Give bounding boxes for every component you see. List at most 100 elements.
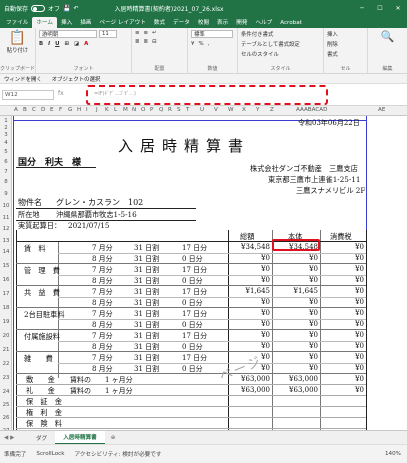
row-header[interactable]: 21 — [0, 347, 12, 353]
number-format-select[interactable]: 標準 — [191, 30, 233, 38]
column-header[interactable]: O — [141, 107, 145, 113]
search-icon[interactable]: 🔍 — [371, 30, 404, 43]
column-header[interactable]: C — [32, 107, 36, 113]
row-header[interactable]: 7 — [0, 169, 12, 175]
tab-review[interactable]: 校閲 — [194, 18, 213, 28]
close-icon[interactable]: ✕ — [389, 5, 407, 12]
insert-button[interactable]: 挿入 — [327, 30, 364, 38]
tab-help[interactable]: ヘルプ — [251, 18, 276, 28]
row-header[interactable]: 5 — [0, 149, 12, 155]
select-objects-button[interactable]: オブジェクトの選択 — [52, 75, 101, 83]
column-header[interactable]: F — [59, 107, 62, 113]
tab-developer[interactable]: 開発 — [232, 18, 251, 28]
column-header[interactable]: Q — [159, 107, 163, 113]
row-header[interactable]: 2 — [0, 125, 12, 131]
worksheet-grid[interactable]: A B C D E F G H I J K L M N O P Q R S T U V W X Y Z AAABACAD AE 123… — [0, 106, 407, 430]
font-name-select[interactable]: 游明朝 — [39, 30, 97, 38]
column-header[interactable]: B — [23, 107, 27, 113]
column-header[interactable]: AAABACAD — [296, 107, 327, 113]
cell-style-button[interactable]: セルのスタイル — [241, 50, 320, 58]
sheet-tab-statement[interactable]: 入居時精算書 — [55, 430, 105, 445]
format-button[interactable]: 書式 — [327, 50, 364, 58]
tab-insert[interactable]: 挿入 — [57, 18, 76, 28]
row-header[interactable]: 13 — [0, 238, 12, 244]
merge-icon[interactable]: ⊟ — [152, 39, 157, 45]
row-header[interactable]: 26 — [0, 415, 12, 421]
row-header[interactable]: 4 — [0, 140, 12, 146]
save-icon[interactable]: 💾 — [63, 5, 70, 12]
border-icon[interactable]: ⊞ — [65, 41, 70, 47]
align-top-icon[interactable]: ≡ — [135, 30, 140, 36]
align-left-icon[interactable]: ≣ — [135, 39, 140, 45]
underline-icon[interactable]: U — [55, 41, 59, 47]
row-header[interactable]: 23 — [0, 375, 12, 381]
column-header[interactable]: I — [86, 107, 88, 113]
row-header[interactable]: 25 — [0, 402, 12, 408]
row-header[interactable]: 20 — [0, 333, 12, 339]
currency-icon[interactable]: ¥ — [191, 41, 194, 47]
row-header[interactable]: 6 — [0, 159, 12, 165]
fill-color-icon[interactable]: ◪ — [74, 41, 79, 47]
column-header[interactable]: Y — [256, 107, 259, 113]
column-header[interactable]: E — [50, 107, 54, 113]
row-header[interactable]: 1 — [0, 118, 12, 124]
column-header[interactable]: R — [168, 107, 172, 113]
status-accessibility[interactable]: アクセシビリティ: 検討が必要です — [74, 450, 161, 458]
column-header[interactable]: K — [105, 107, 109, 113]
paste-icon[interactable]: 📋 — [3, 30, 32, 46]
column-header[interactable]: W — [228, 107, 234, 113]
column-header[interactable]: T — [186, 107, 189, 113]
fx-icon[interactable]: fx — [58, 90, 64, 97]
bold-icon[interactable]: B — [39, 41, 43, 47]
align-center-icon[interactable]: ≣ — [144, 39, 149, 45]
undo-icon[interactable]: ↶ — [74, 5, 79, 12]
row-header[interactable]: 22 — [0, 361, 12, 367]
sheet-nav-icon[interactable]: ◀ ▶ — [0, 435, 28, 441]
column-header[interactable]: X — [242, 107, 246, 113]
italic-icon[interactable]: I — [48, 41, 50, 47]
row-header[interactable]: 9 — [0, 191, 12, 197]
name-box[interactable]: W12 — [2, 90, 54, 100]
column-header[interactable]: G — [68, 107, 72, 113]
sheet-tab-dag[interactable]: ダグ — [28, 432, 55, 444]
maximize-icon[interactable]: ☐ — [371, 5, 389, 12]
tab-formulas[interactable]: 数式 — [150, 18, 169, 28]
conditional-format-button[interactable]: 条件付き書式 — [241, 30, 320, 38]
zoom-level[interactable]: 140% — [385, 451, 407, 457]
row-header[interactable]: 3 — [0, 132, 12, 138]
column-header[interactable]: S — [177, 107, 181, 113]
row-header[interactable]: 24 — [0, 389, 12, 395]
wrap-text-icon[interactable]: ↵ — [152, 30, 157, 36]
row-header[interactable]: 15 — [0, 263, 12, 269]
font-color-icon[interactable]: A — [84, 41, 88, 47]
row-header[interactable]: 10 — [0, 203, 12, 209]
comma-icon[interactable]: , — [208, 41, 210, 47]
row-header[interactable]: 16 — [0, 277, 12, 283]
autosave-toggle[interactable] — [31, 4, 46, 12]
row-header[interactable]: 17 — [0, 291, 12, 297]
column-header[interactable]: H — [77, 107, 81, 113]
column-header[interactable]: P — [150, 107, 153, 113]
font-size-select[interactable]: 11 — [99, 30, 117, 38]
row-header[interactable]: 12 — [0, 226, 12, 232]
column-header[interactable]: M — [123, 107, 128, 113]
open-window-button[interactable]: ウィンドを開く — [4, 75, 42, 83]
tab-acrobat[interactable]: Acrobat — [276, 20, 306, 28]
tab-file[interactable]: ファイル — [2, 18, 32, 28]
add-sheet-icon[interactable]: ⊕ — [105, 435, 116, 441]
percent-icon[interactable]: % — [198, 41, 203, 47]
column-header[interactable]: L — [114, 107, 117, 113]
paste-button[interactable]: 貼り付け — [3, 46, 32, 54]
table-format-button[interactable]: テーブルとして書式設定 — [241, 40, 320, 48]
minimize-icon[interactable]: ─ — [353, 5, 371, 12]
selected-cell-highlight[interactable] — [272, 239, 320, 251]
tab-home[interactable]: ホーム — [32, 17, 58, 28]
row-header[interactable]: 18 — [0, 305, 12, 311]
tab-draw[interactable]: 描画 — [76, 18, 95, 28]
row-header[interactable]: 8 — [0, 179, 12, 185]
column-header[interactable]: U — [200, 107, 204, 113]
column-header[interactable]: D — [41, 107, 45, 113]
tab-page-layout[interactable]: ページ レイアウト — [95, 18, 149, 28]
delete-button[interactable]: 削除 — [327, 40, 364, 48]
column-header[interactable]: N — [132, 107, 136, 113]
